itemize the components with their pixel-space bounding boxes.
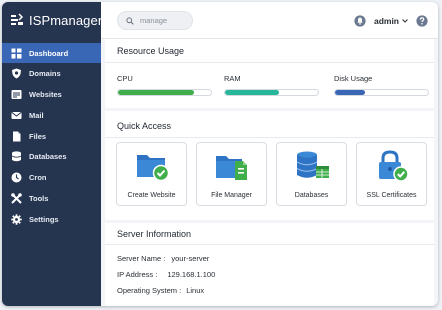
sidebar-item-mail[interactable]: Mail bbox=[2, 105, 101, 125]
search-input[interactable] bbox=[140, 16, 192, 25]
app-window: ISPmanager Dashboard Domains Websites Ma… bbox=[2, 2, 438, 306]
divider bbox=[105, 62, 434, 63]
folder-file-icon bbox=[215, 156, 247, 180]
gear-icon bbox=[11, 214, 22, 225]
server-information-title: Server Information bbox=[117, 229, 192, 239]
sidebar: ISPmanager Dashboard Domains Websites Ma… bbox=[2, 2, 102, 306]
sidebar-item-dashboard[interactable]: Dashboard bbox=[2, 43, 101, 63]
info-key: Server Name : bbox=[117, 254, 166, 263]
info-key: Operating System : bbox=[117, 286, 182, 295]
user-menu[interactable]: admin bbox=[374, 16, 408, 26]
resource-usage-title: Resource Usage bbox=[117, 46, 185, 56]
search-icon bbox=[126, 16, 134, 25]
info-value: Linux bbox=[186, 286, 205, 295]
card-label: Databases bbox=[294, 192, 329, 199]
resource-label: RAM bbox=[224, 74, 241, 83]
sidebar-item-tools[interactable]: Tools bbox=[2, 189, 101, 209]
bar-fill bbox=[118, 90, 195, 95]
card-label: File Manager bbox=[211, 192, 252, 199]
ip-address-row: IP Address : 129.168.1.100 bbox=[117, 270, 215, 279]
cpu-usage-bar bbox=[117, 89, 212, 96]
header-actions: admin bbox=[354, 11, 428, 30]
app-logo[interactable]: ISPmanager bbox=[10, 10, 102, 30]
resource-cpu: CPU bbox=[117, 74, 212, 96]
top-header: admin bbox=[101, 2, 438, 39]
resource-usage-panel: Resource Usage CPU RAM Disk Usage bbox=[105, 39, 434, 108]
file-manager-card[interactable]: File Manager bbox=[196, 142, 267, 206]
info-value: your-server bbox=[171, 254, 210, 263]
sidebar-item-label: Domains bbox=[29, 69, 61, 79]
disk-usage-bar bbox=[334, 89, 429, 96]
help-icon[interactable] bbox=[416, 14, 428, 27]
resource-disk: Disk Usage bbox=[334, 74, 429, 96]
quick-access-cards: Create Website File Manager Databases SS… bbox=[116, 142, 427, 206]
files-icon bbox=[11, 131, 22, 142]
operating-system-row: Operating System : Linux bbox=[117, 286, 204, 295]
search-box[interactable] bbox=[117, 11, 193, 30]
mail-icon bbox=[11, 110, 22, 121]
card-label: SSL Certificates bbox=[366, 192, 417, 199]
resource-label: Disk Usage bbox=[334, 74, 373, 83]
sidebar-item-label: Websites bbox=[29, 90, 62, 100]
sidebar-item-domains[interactable]: Domains bbox=[2, 64, 101, 84]
folder-check-icon bbox=[136, 155, 169, 182]
sidebar-item-label: Cron bbox=[29, 173, 47, 183]
shield-icon bbox=[11, 68, 22, 79]
resource-ram: RAM bbox=[224, 74, 319, 96]
user-name: admin bbox=[373, 15, 399, 26]
sidebar-item-label: Settings bbox=[29, 214, 59, 224]
info-key: IP Address : bbox=[117, 270, 158, 279]
quick-access-panel: Quick Access Create Website File Manager… bbox=[105, 111, 434, 220]
clock-icon bbox=[11, 172, 22, 183]
sidebar-item-label: Databases bbox=[29, 152, 67, 162]
logo-icon bbox=[11, 13, 24, 25]
quick-access-title: Quick Access bbox=[117, 121, 172, 131]
sidebar-item-label: Dashboard bbox=[29, 48, 69, 58]
tools-icon bbox=[11, 193, 22, 204]
bar-fill bbox=[225, 90, 279, 95]
sidebar-nav: Dashboard Domains Websites Mail Files Da… bbox=[2, 43, 101, 230]
main-content: Resource Usage CPU RAM Disk Usage Quick … bbox=[101, 39, 438, 306]
chevron-down-icon bbox=[402, 18, 408, 23]
card-label: Create Website bbox=[127, 192, 176, 199]
bar-fill bbox=[335, 90, 365, 95]
sidebar-item-cron[interactable]: Cron bbox=[2, 168, 101, 188]
app-name: ISPmanager bbox=[29, 12, 103, 28]
divider bbox=[105, 137, 434, 138]
ssl-certificates-card[interactable]: SSL Certificates bbox=[356, 142, 427, 206]
sidebar-item-label: Mail bbox=[29, 110, 44, 120]
server-name-row: Server Name : your-server bbox=[117, 254, 209, 263]
dashboard-icon bbox=[11, 48, 22, 59]
create-website-card[interactable]: Create Website bbox=[116, 142, 187, 206]
info-value: 129.168.1.100 bbox=[167, 270, 216, 279]
divider bbox=[105, 244, 434, 245]
sidebar-item-files[interactable]: Files bbox=[2, 126, 101, 146]
lock-check-icon bbox=[378, 150, 409, 182]
databases-card[interactable]: Databases bbox=[276, 142, 347, 206]
sidebar-item-label: Tools bbox=[29, 194, 49, 204]
server-information-panel: Server Information Server Name : your-ser… bbox=[105, 223, 434, 306]
sidebar-item-databases[interactable]: Databases bbox=[2, 147, 101, 167]
websites-icon bbox=[11, 89, 22, 100]
sidebar-item-websites[interactable]: Websites bbox=[2, 85, 101, 105]
sidebar-item-label: Files bbox=[29, 131, 47, 141]
sidebar-item-settings[interactable]: Settings bbox=[2, 209, 101, 229]
ram-usage-bar bbox=[224, 89, 319, 96]
database-table-icon bbox=[296, 151, 329, 178]
database-icon bbox=[11, 151, 22, 162]
notification-icon[interactable] bbox=[354, 14, 366, 27]
resource-label: CPU bbox=[117, 74, 133, 83]
